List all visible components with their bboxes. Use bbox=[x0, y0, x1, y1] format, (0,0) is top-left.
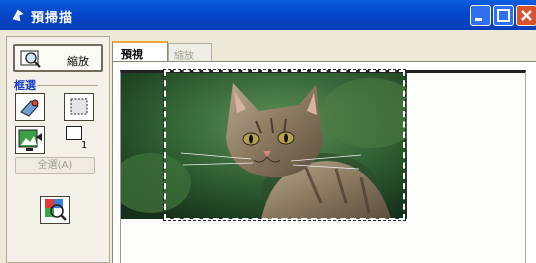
maximize-icon bbox=[497, 9, 510, 22]
minimize-button[interactable] bbox=[470, 5, 491, 26]
close-button[interactable] bbox=[516, 5, 536, 26]
auto-locate-icon bbox=[17, 95, 43, 119]
title-bar: 預掃描 bbox=[0, 0, 536, 30]
zoom-magnifier-icon bbox=[20, 50, 41, 68]
auto-locate-button[interactable] bbox=[15, 93, 45, 121]
auto-exposure-button[interactable] bbox=[40, 196, 70, 224]
marquee-tool-button[interactable] bbox=[64, 93, 94, 121]
selection-marquee[interactable] bbox=[163, 69, 406, 221]
maximize-button[interactable] bbox=[493, 5, 514, 26]
auto-exposure-icon bbox=[45, 199, 67, 221]
frame-section-divider bbox=[38, 85, 98, 86]
minimize-icon bbox=[475, 18, 482, 21]
select-all-button[interactable]: 全選(A) bbox=[15, 157, 95, 174]
tab-zoom[interactable]: 縮放 bbox=[168, 43, 212, 62]
close-icon bbox=[521, 10, 532, 21]
frame-section-label: 框選 bbox=[14, 79, 36, 92]
thumbnail-icon bbox=[18, 129, 42, 151]
frame-indicator bbox=[66, 126, 82, 140]
frame-count: 1 bbox=[81, 140, 88, 151]
thumbnail-tool-button[interactable] bbox=[15, 126, 45, 154]
window-title: 預掃描 bbox=[31, 11, 74, 26]
marquee-icon bbox=[70, 98, 88, 115]
zoom-button[interactable]: 縮放 bbox=[13, 44, 103, 72]
tab-preview[interactable]: 預視 bbox=[112, 41, 168, 62]
app-icon bbox=[12, 9, 24, 22]
zoom-button-label: 縮放 bbox=[67, 55, 89, 68]
